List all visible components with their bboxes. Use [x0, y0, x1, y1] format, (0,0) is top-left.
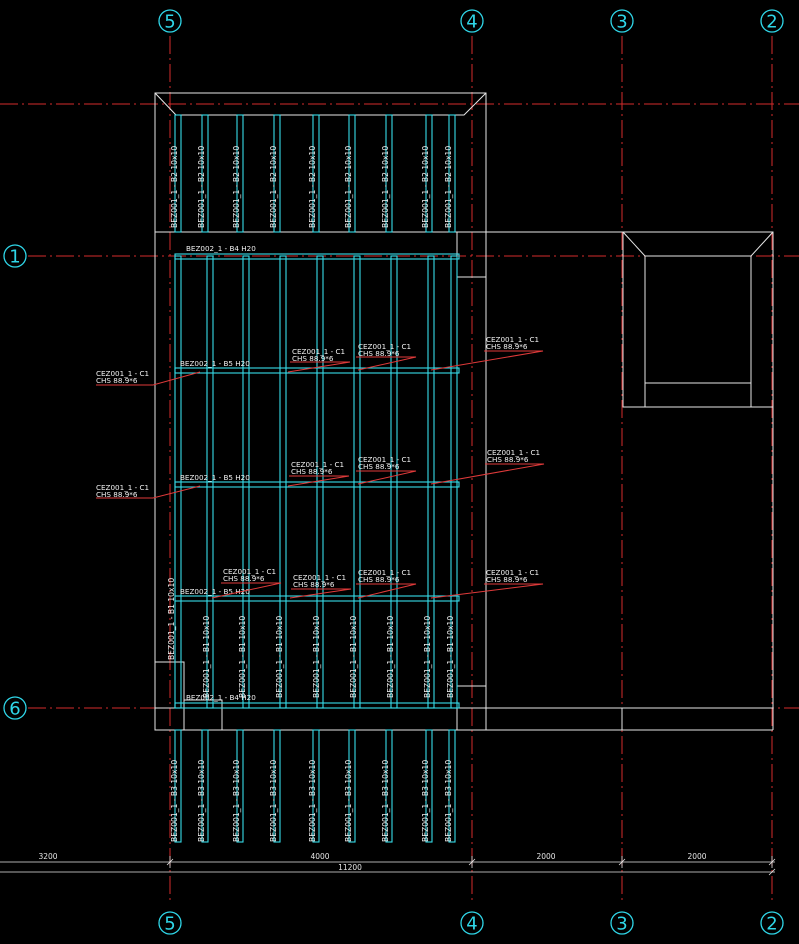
label-b5-1: BEZ002_1 - B5 H20	[180, 359, 250, 368]
connection-plate-left-2	[183, 699, 223, 731]
label-b2-2: BEZ001_1 - B2 10x10	[197, 146, 206, 228]
dim-segment-4: 2000	[687, 852, 706, 861]
tag-left-1-line2: CHS 88.9*6	[96, 376, 138, 385]
label-b2-1: BEZ001_1 - B2 10x10	[170, 146, 179, 228]
dim-segment-2: 4000	[310, 852, 329, 861]
label-b2-3: BEZ001_1 - B2 10x10	[232, 146, 241, 228]
label-b3-2: BEZ001_1 - B3 10x10	[197, 760, 206, 842]
label-b3-1: BEZ001_1 - B3 10x10	[170, 760, 179, 842]
tag-mid-4-line2: CHS 88.9*6	[223, 574, 265, 583]
bubble-top-4-label: 4	[466, 12, 477, 33]
tag-right-2-leader	[430, 463, 545, 485]
label-b1-5: BEZ001_1 - B1 10x10	[349, 616, 358, 698]
bubble-bottom-4-label: 4	[466, 914, 477, 935]
bubble-bottom-2-label: 2	[766, 914, 777, 935]
tag-right-1-leader	[430, 350, 544, 371]
label-b3-4: BEZ001_1 - B3 10x10	[269, 760, 278, 842]
dim-segment-1: 3200	[38, 852, 57, 861]
bubble-top-3-label: 3	[616, 12, 627, 33]
label-b5-2: BEZ002_1 - B5 H20	[180, 473, 250, 482]
tag-right-1-line2: CHS 88.9*6	[486, 342, 528, 351]
label-b1-2: BEZ001_1 - B1 10x10	[238, 616, 247, 698]
label-b3-3: BEZ001_1 - B3 10x10	[232, 760, 241, 842]
tag-mid-3-line2: CHS 88.9*6	[293, 580, 335, 589]
bubble-left-6-label: 6	[9, 699, 20, 720]
bubble-top-5-label: 5	[164, 12, 175, 33]
label-b2-6: BEZ001_1 - B2 10x10	[344, 146, 353, 228]
label-b2-9: BEZ001_1 - B2 10x10	[444, 146, 453, 228]
label-b2-5: BEZ001_1 - B2 10x10	[308, 146, 317, 228]
tag-mid-2-line2: CHS 88.9*6	[291, 467, 333, 476]
grid-lines	[0, 36, 799, 904]
label-b3-8: BEZ001_1 - B3 10x10	[421, 760, 430, 842]
outline	[154, 92, 774, 731]
tag-mid-1-leader	[287, 361, 351, 373]
label-b1-4: BEZ001_1 - B1 10x10	[312, 616, 321, 698]
label-b3-6: BEZ001_1 - B3 10x10	[344, 760, 353, 842]
label-b1-6: BEZ001_1 - B1 10x10	[386, 616, 395, 698]
label-b4-top: BEZ002_1 - B4 H20	[186, 244, 256, 253]
bubble-bottom-5-label: 5	[164, 914, 175, 935]
dim-total: 11200	[338, 863, 362, 872]
label-b2-7: BEZ001_1 - B2 10x10	[381, 146, 390, 228]
structural-drawing: BEZ001_1 - B2 10x10 BEZ001_1 - B2 10x10 BE…	[0, 9, 799, 935]
bubble-top-2-label: 2	[766, 12, 777, 33]
label-b1-7: BEZ001_1 - B1 10x10	[423, 616, 432, 698]
grid-bubbles: 5 5 4 4 3 3 2 2 1 6	[3, 9, 784, 935]
label-b1-edge: BEZ001_1 - B1 10x10	[167, 578, 176, 660]
tag-mid-2-leader	[287, 475, 350, 487]
tag-cr-2-line2: CHS 88.9*6	[358, 462, 400, 471]
member-labels: BEZ001_1 - B2 10x10 BEZ001_1 - B2 10x10 BE…	[96, 146, 545, 842]
label-b1-8: BEZ001_1 - B1 10x10	[446, 616, 455, 698]
dim-segment-3: 2000	[536, 852, 555, 861]
dimension-chain: 3200 4000 2000 2000 11200	[0, 852, 776, 876]
label-b1-3: BEZ001_1 - B1 10x10	[275, 616, 284, 698]
label-b4-bottom: BEZ002_1 - B4 H20	[186, 693, 256, 702]
bubble-left-1-label: 1	[9, 247, 20, 268]
label-b3-7: BEZ001_1 - B3 10x10	[381, 760, 390, 842]
tag-mid-3-leader	[289, 588, 352, 599]
bubble-bottom-3-label: 3	[616, 914, 627, 935]
label-b2-8: BEZ001_1 - B2 10x10	[421, 146, 430, 228]
tag-right-3-leader	[430, 583, 544, 599]
tag-right-3-line2: CHS 88.9*6	[486, 575, 528, 584]
label-b3-9: BEZ001_1 - B3 10x10	[444, 760, 453, 842]
label-b2-4: BEZ001_1 - B2 10x10	[269, 146, 278, 228]
label-b1-1: BEZ001_1 - B1 10x10	[202, 616, 211, 698]
tag-right-2-line2: CHS 88.9*6	[487, 455, 529, 464]
label-b3-5: BEZ001_1 - B3 10x10	[308, 760, 317, 842]
tag-cr-3-line2: CHS 88.9*6	[358, 575, 400, 584]
annex-hip	[622, 231, 774, 257]
